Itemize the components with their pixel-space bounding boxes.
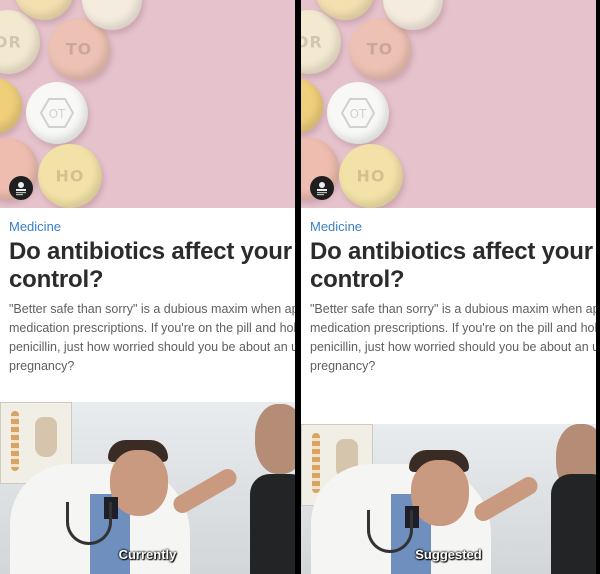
svg-text:OT: OT [350,107,367,121]
author-avatar-icon[interactable] [9,176,33,200]
panel-currently: DR TO OT HO Medicine Do antibiotics affe… [0,0,295,574]
article-excerpt: "Better safe than sorry" is a dubious ma… [9,302,295,373]
hero-image-pills: DR TO OT HO [0,0,295,208]
article-headline[interactable]: Do antibiotics affect your birth control… [310,238,596,294]
caption-label: Suggested [415,547,482,562]
author-avatar-icon[interactable] [310,176,334,200]
svg-text:OT: OT [49,107,66,121]
article-headline[interactable]: Do antibiotics affect your birth control… [9,238,295,294]
panel-suggested: DR TO OT HO Medicine Do antibiotics affe… [301,0,596,574]
category-link[interactable]: Medicine [9,219,61,234]
category-link[interactable]: Medicine [310,219,362,234]
article-photo-doctor: Currently [0,402,295,574]
caption-label: Currently [118,547,177,562]
hero-image-pills: DR TO OT HO [301,0,596,208]
article-excerpt: "Better safe than sorry" is a dubious ma… [310,302,596,373]
article-photo-doctor: Suggested [301,424,596,574]
